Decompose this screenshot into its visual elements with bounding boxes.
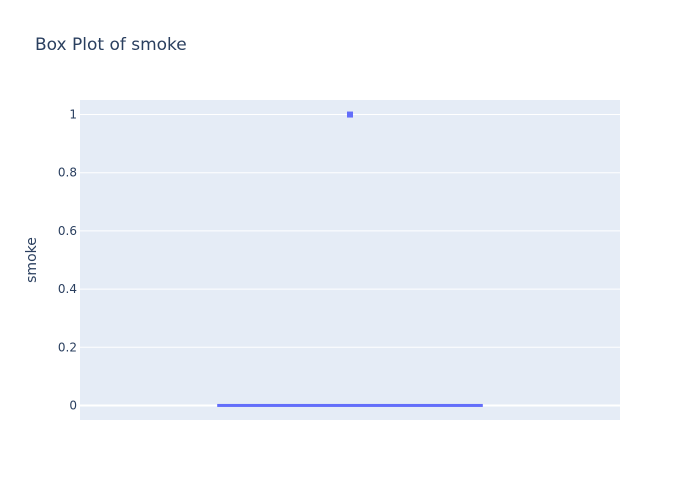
- y-tick-label: 0.4: [58, 282, 77, 296]
- y-axis-label: smoke: [24, 237, 40, 283]
- outlier-point[interactable]: [347, 111, 353, 118]
- y-axis-ticks: 0 0.2 0.4 0.6 0.8 1: [58, 108, 77, 413]
- y-tick-label: 0.2: [58, 340, 77, 354]
- y-tick-label: 0: [69, 398, 77, 412]
- plot-area: [80, 100, 620, 420]
- box-plot-chart: Box Plot of smoke 0 0.2 0.4 0.6 0.8 1 smoke: [24, 35, 620, 420]
- chart-title: Box Plot of smoke: [35, 35, 187, 55]
- y-tick-label: 0.8: [58, 166, 77, 180]
- y-tick-label: 0.6: [58, 224, 77, 238]
- y-tick-label: 1: [69, 108, 77, 122]
